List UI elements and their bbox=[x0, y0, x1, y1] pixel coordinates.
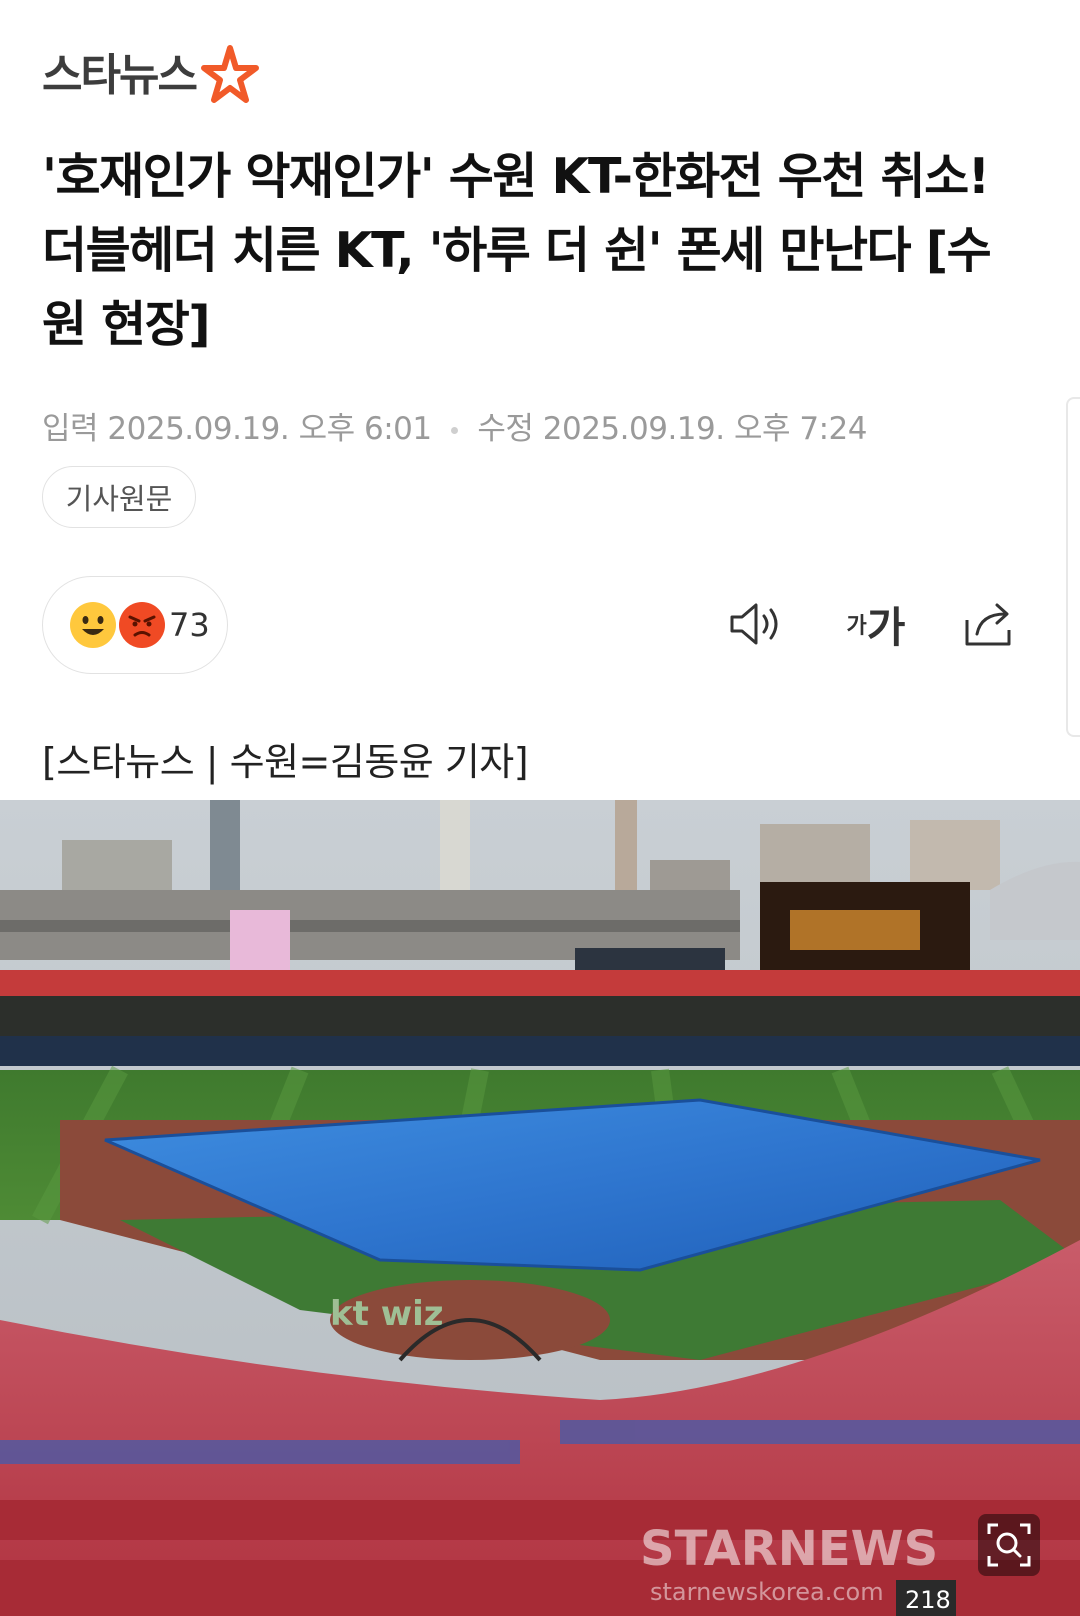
stadium-photo: kt wiz STARNEWS starnewskorea.com 218 bbox=[0, 800, 1080, 1616]
share-button[interactable] bbox=[960, 594, 1020, 654]
font-size-small-glyph: 가 bbox=[846, 614, 867, 639]
article-meta: 입력 2025.09.19. 오후 6:01 수정 2025.09.19. 오후… bbox=[42, 404, 867, 454]
reaction-button[interactable]: 73 bbox=[42, 576, 228, 674]
original-article-button[interactable]: 기사원문 bbox=[42, 466, 196, 528]
photo-watermark: STARNEWS bbox=[640, 1521, 938, 1577]
meta-separator bbox=[450, 427, 458, 434]
font-size-big-glyph: 가 bbox=[866, 602, 906, 652]
share-icon bbox=[965, 603, 1011, 646]
font-size-button[interactable]: 가 가 bbox=[836, 594, 916, 654]
speaker-icon bbox=[730, 603, 778, 645]
happy-emoji-icon bbox=[70, 602, 116, 648]
svg-text:kt wiz: kt wiz bbox=[330, 1294, 444, 1334]
angry-emoji-icon bbox=[119, 602, 165, 648]
reaction-count: 73 bbox=[169, 606, 210, 644]
article-photo[interactable]: kt wiz STARNEWS starnewskorea.com 218 bbox=[0, 800, 1080, 1616]
site-logo[interactable]: 스타뉴스 bbox=[42, 44, 259, 108]
article-headline: '호재인가 악재인가' 수원 KT-한화전 우천 취소! 더블헤더 치른 KT,… bbox=[42, 148, 992, 353]
tts-button[interactable] bbox=[726, 594, 786, 654]
photo-watermark-url: starnewskorea.com bbox=[650, 1578, 884, 1606]
article-byline: [스타뉴스 | 수원=김동윤 기자] bbox=[42, 740, 529, 784]
modified-label: 수정 bbox=[477, 411, 534, 447]
side-panel-handle[interactable] bbox=[1066, 397, 1080, 737]
logo-star-icon bbox=[201, 45, 259, 103]
logo-text: 스타뉴스 bbox=[42, 50, 198, 101]
published-label: 입력 bbox=[42, 411, 99, 447]
zoom-magnifier-icon bbox=[987, 1523, 1031, 1567]
published-time: 2025.09.19. 오후 6:01 bbox=[107, 411, 432, 447]
photo-zoom-button[interactable] bbox=[978, 1514, 1040, 1576]
section-sign: 218 bbox=[905, 1586, 951, 1614]
modified-time: 2025.09.19. 오후 7:24 bbox=[542, 411, 868, 447]
